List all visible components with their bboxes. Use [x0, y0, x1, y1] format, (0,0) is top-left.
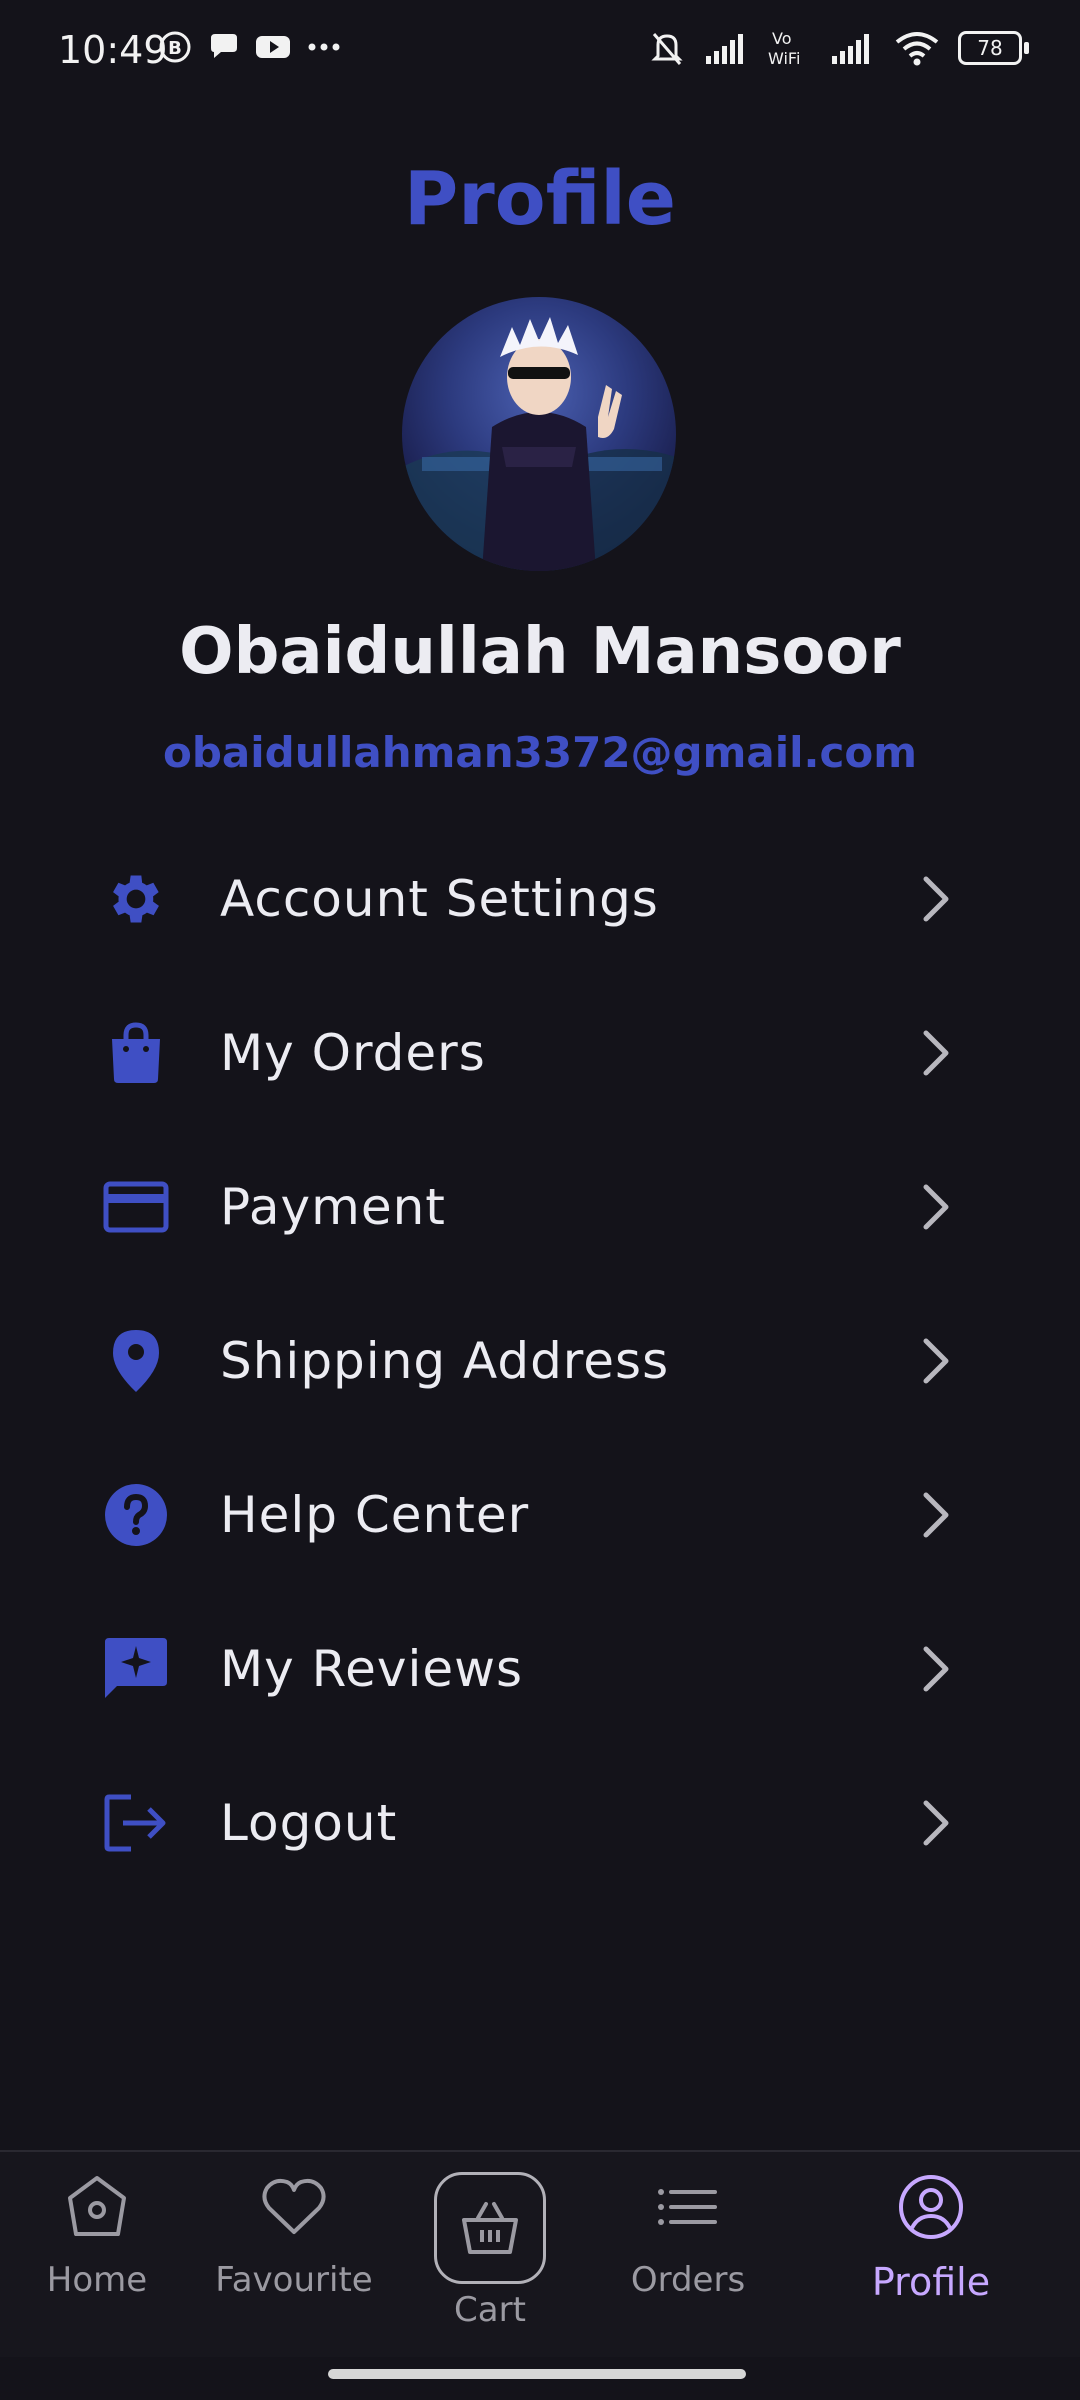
nav-cart[interactable]: Cart — [390, 2172, 590, 2330]
profile-name: Obaidullah Mansoor — [179, 615, 901, 689]
basket-icon — [462, 2202, 518, 2254]
nav-favourite[interactable]: Favourite — [194, 2172, 394, 2300]
signal-icon — [832, 34, 869, 64]
menu-item-shipping-address[interactable]: Shipping Address — [96, 1284, 956, 1438]
svg-text:WiFi: WiFi — [768, 49, 800, 68]
gear-icon — [113, 875, 159, 923]
nav-label: Favourite — [215, 2260, 373, 2300]
home-icon — [68, 2176, 126, 2236]
bell-off-icon — [651, 33, 683, 65]
wifi-icon — [895, 32, 939, 66]
svg-text:Vo: Vo — [772, 29, 792, 48]
menu-item-label: My Reviews — [220, 1640, 524, 1698]
nav-home[interactable]: Home — [0, 2172, 197, 2300]
menu-item-logout[interactable]: Logout — [96, 1746, 956, 1900]
menu-item-label: Shipping Address — [220, 1332, 670, 1390]
profile-menu: Account Settings My Orders Payment Shipp… — [96, 822, 956, 1900]
menu-item-label: Payment — [220, 1178, 446, 1236]
youtube-icon — [256, 36, 290, 58]
heart-icon — [262, 2178, 326, 2234]
chevron-right-icon — [923, 1646, 949, 1692]
chevron-right-icon — [923, 876, 949, 922]
battery-indicator: 78 — [958, 31, 1029, 65]
nav-profile[interactable]: Profile — [831, 2172, 1031, 2304]
review-star-icon — [105, 1638, 167, 1698]
menu-item-label: My Orders — [220, 1024, 486, 1082]
user-circle-icon — [899, 2175, 963, 2239]
page-title: Profile — [404, 156, 676, 242]
menu-item-my-reviews[interactable]: My Reviews — [96, 1592, 956, 1746]
status-time: 10:49 — [58, 28, 168, 72]
menu-item-label: Account Settings — [220, 870, 659, 928]
chevron-right-icon — [923, 1030, 949, 1076]
menu-item-account-settings[interactable]: Account Settings — [96, 822, 956, 976]
cart-button-ring[interactable] — [434, 2172, 546, 2284]
credit-card-icon — [103, 1181, 169, 1233]
nav-label: Cart — [454, 2290, 526, 2330]
more-dots-icon — [308, 43, 340, 51]
logout-icon — [104, 1794, 166, 1852]
vowifi-icon: Vo WiFi — [768, 29, 800, 68]
menu-item-my-orders[interactable]: My Orders — [96, 976, 956, 1130]
location-pin-icon — [113, 1330, 159, 1392]
shopping-bag-icon — [112, 1022, 160, 1083]
menu-item-help-center[interactable]: Help Center — [96, 1438, 956, 1592]
svg-text:B: B — [168, 38, 182, 59]
chevron-right-icon — [923, 1800, 949, 1846]
avatar[interactable] — [402, 297, 676, 571]
help-circle-icon — [105, 1484, 167, 1546]
bottom-navigation: Home Favourite Cart Orders Profile — [0, 2150, 1080, 2357]
list-icon — [658, 2189, 717, 2225]
chat-bubble-icon — [211, 34, 237, 58]
avatar-illustration — [402, 317, 676, 571]
b-circle-icon: B — [159, 31, 191, 63]
chevron-right-icon — [923, 1184, 949, 1230]
gesture-home-bar[interactable] — [328, 2369, 746, 2379]
nav-label: Profile — [871, 2260, 991, 2304]
nav-label: Orders — [630, 2260, 746, 2300]
menu-item-payment[interactable]: Payment — [96, 1130, 956, 1284]
menu-item-label: Help Center — [220, 1486, 530, 1544]
chevron-right-icon — [923, 1338, 949, 1384]
status-bar: 10:49 B Vo WiFi 78 — [0, 0, 1080, 100]
nav-label: Home — [46, 2260, 148, 2300]
signal-icon — [706, 34, 743, 64]
menu-item-label: Logout — [220, 1794, 398, 1852]
chevron-right-icon — [923, 1492, 949, 1538]
nav-orders[interactable]: Orders — [588, 2172, 788, 2300]
profile-email: obaidullahman3372@gmail.com — [163, 728, 917, 777]
